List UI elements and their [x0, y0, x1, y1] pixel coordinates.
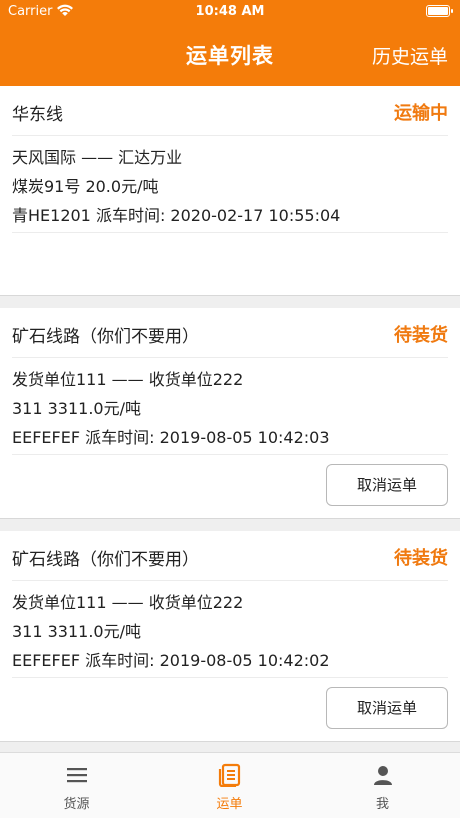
tab-bar: 货源 运单 我 — [0, 752, 460, 818]
tab-me[interactable]: 我 — [306, 753, 459, 818]
battery-icon — [426, 5, 453, 17]
navigation-header: Carrier 10:48 AM 运单列表 历史运单 — [0, 0, 460, 86]
tab-label: 运单 — [216, 797, 243, 812]
order-dispatch: EEFEFEF 派车时间: 2019-08-05 10:42:03 — [12, 428, 330, 447]
order-parties: 天风国际 —— 汇达万业 — [12, 148, 183, 167]
person-icon — [373, 766, 392, 785]
cancel-order-button[interactable]: 取消运单 — [326, 464, 448, 506]
order-dispatch: EEFEFEF 派车时间: 2019-08-05 10:42:02 — [12, 651, 330, 670]
tab-label: 货源 — [63, 797, 90, 812]
order-dispatch: 青HE1201 派车时间: 2020-02-17 10:55:04 — [12, 206, 341, 225]
order-status: 运输中 — [394, 103, 448, 124]
route-name: 矿石线路（你们不要用） — [12, 550, 199, 570]
tab-label: 我 — [375, 797, 389, 812]
divider — [12, 677, 448, 678]
order-card[interactable]: 矿石线路（你们不要用） 待装货 发货单位111 —— 收货单位222 311 3… — [0, 531, 460, 742]
order-card[interactable]: 华东线 运输中 天风国际 —— 汇达万业 煤炭91号 20.0元/吨 青HE12… — [0, 86, 460, 296]
order-cargo: 311 3311.0元/吨 — [12, 622, 142, 641]
document-list-icon — [218, 763, 240, 787]
order-card-header: 华东线 运输中 — [12, 86, 448, 136]
route-name: 华东线 — [12, 105, 63, 125]
order-card[interactable]: 矿石线路（你们不要用） 待装货 发货单位111 —— 收货单位222 311 3… — [0, 308, 460, 519]
order-parties: 发货单位111 —— 收货单位222 — [12, 370, 244, 389]
order-cargo: 311 3311.0元/吨 — [12, 399, 142, 418]
clock: 10:48 AM — [195, 4, 265, 19]
order-card-header: 矿石线路（你们不要用） 待装货 — [12, 308, 448, 358]
menu-icon — [66, 768, 87, 783]
route-name: 矿石线路（你们不要用） — [12, 327, 199, 347]
divider — [12, 454, 448, 455]
tab-orders[interactable]: 运单 — [153, 753, 306, 818]
order-cargo: 煤炭91号 20.0元/吨 — [12, 177, 159, 196]
cancel-order-button[interactable]: 取消运单 — [326, 687, 448, 729]
order-status: 待装货 — [394, 325, 448, 346]
divider — [12, 232, 448, 233]
history-orders-button[interactable]: 历史运单 — [372, 42, 448, 69]
status-bar: Carrier 10:48 AM — [0, 0, 460, 24]
tab-cargo-source[interactable]: 货源 — [0, 753, 153, 818]
order-parties: 发货单位111 —— 收货单位222 — [12, 593, 244, 612]
order-status: 待装货 — [394, 548, 448, 569]
order-card-header: 矿石线路（你们不要用） 待装货 — [12, 531, 448, 581]
